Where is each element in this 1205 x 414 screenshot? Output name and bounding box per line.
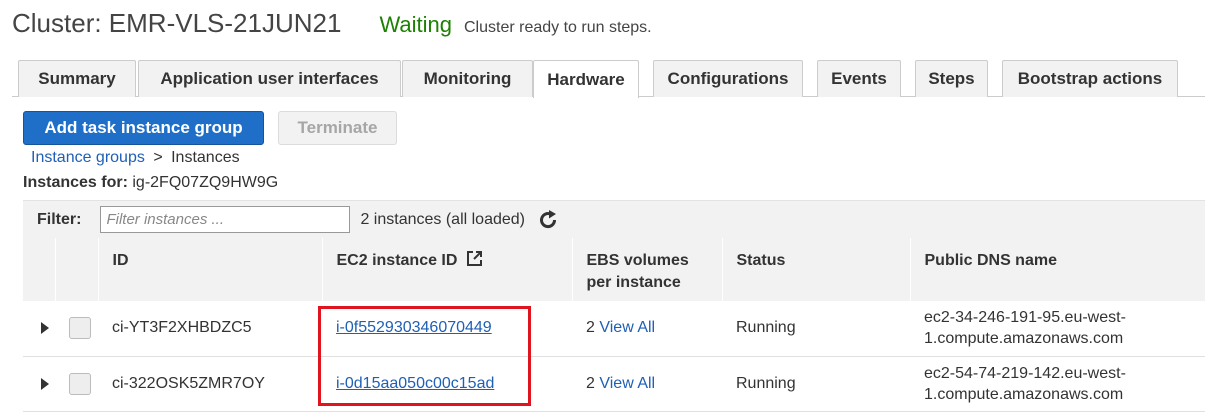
- add-task-instance-group-button[interactable]: Add task instance group: [23, 111, 264, 145]
- table-row: ci-322OSK5ZMR7OY i-0d15aa050c00c15ad 2 V…: [23, 356, 1205, 412]
- cluster-status-message: Cluster ready to run steps.: [463, 19, 652, 36]
- cluster-tabs: Summary Application user interfaces Moni…: [12, 60, 1205, 98]
- status-badge: Running: [722, 356, 910, 412]
- breadcrumb-instances: Instances: [171, 149, 240, 166]
- ebs-view-all-link[interactable]: View All: [599, 319, 655, 336]
- tab-events[interactable]: Events: [817, 60, 901, 97]
- instance-count: 2 instances (all loaded): [360, 210, 525, 228]
- dns-line2: 1.compute.amazonaws.com: [924, 330, 1124, 348]
- cluster-header: Cluster: EMR-VLS-21JUN21 Waiting Cluster…: [12, 8, 652, 44]
- header-public-dns[interactable]: Public DNS name: [910, 238, 1205, 301]
- header-ec2-label: EC2 instance ID: [336, 252, 458, 269]
- filter-label: Filter:: [37, 210, 82, 228]
- breadcrumb-instance-groups[interactable]: Instance groups: [31, 149, 145, 166]
- public-dns-cell: ec2-54-74-219-142.eu-west- 1.compute.ama…: [910, 356, 1205, 412]
- instance-group-id: ig-2FQ07ZQ9HW9G: [132, 174, 279, 191]
- tab-application-user-interfaces[interactable]: Application user interfaces: [138, 60, 401, 97]
- status-badge: Running: [722, 301, 910, 357]
- ebs-volumes-cell: 2 View All: [572, 301, 722, 357]
- header-status[interactable]: Status: [722, 238, 911, 301]
- table-header-row: ID EC2 instance ID EBS volumes per insta…: [23, 238, 1205, 301]
- public-dns-cell: ec2-34-246-191-95.eu-west- 1.compute.ama…: [910, 301, 1205, 357]
- tab-configurations[interactable]: Configurations: [653, 60, 803, 97]
- table-row: ci-YT3F2XHBDZC5 i-0f552930346070449 2 Vi…: [23, 301, 1205, 357]
- row-checkbox[interactable]: [69, 317, 91, 340]
- refresh-icon[interactable]: [537, 209, 559, 231]
- terminate-button[interactable]: Terminate: [278, 111, 397, 145]
- ebs-count: 2: [586, 374, 595, 392]
- ebs-volumes-cell: 2 View All: [572, 356, 722, 412]
- select-cell: [55, 356, 98, 412]
- header-id[interactable]: ID: [98, 238, 323, 301]
- instance-id: ci-322OSK5ZMR7OY: [98, 356, 322, 412]
- tab-bootstrap-actions[interactable]: Bootstrap actions: [1002, 60, 1178, 97]
- header-expand: [23, 238, 56, 301]
- caret-right-icon[interactable]: [41, 377, 49, 390]
- cluster-status: Waiting: [379, 12, 452, 37]
- dns-line2: 1.compute.amazonaws.com: [924, 385, 1124, 403]
- tab-monitoring[interactable]: Monitoring: [402, 60, 533, 97]
- caret-right-icon[interactable]: [41, 322, 49, 335]
- ebs-count: 2: [586, 319, 595, 337]
- header-select: [55, 238, 99, 301]
- tab-hardware[interactable]: Hardware: [533, 60, 639, 98]
- ec2-id-highlight-box: [318, 306, 531, 406]
- expand-cell[interactable]: [23, 356, 55, 412]
- filter-bar: Filter: 2 instances (all loaded): [23, 200, 1205, 238]
- tab-steps[interactable]: Steps: [915, 60, 988, 97]
- expand-cell[interactable]: [23, 301, 55, 357]
- dns-line1: ec2-54-74-219-142.eu-west-: [924, 364, 1126, 382]
- header-ebs-line2: per instance: [586, 274, 681, 291]
- filter-instances-input[interactable]: [100, 206, 351, 233]
- instance-id: ci-YT3F2XHBDZC5: [98, 301, 322, 357]
- breadcrumb: Instance groups > Instances: [31, 149, 240, 167]
- external-link-icon: [466, 250, 483, 274]
- breadcrumb-separator: >: [153, 149, 163, 166]
- row-checkbox[interactable]: [69, 372, 91, 395]
- instances-for-label: Instances for:: [23, 174, 128, 191]
- select-cell: [55, 301, 98, 357]
- header-ebs-line1: EBS volumes: [586, 252, 689, 269]
- page-title: Cluster: EMR-VLS-21JUN21: [12, 8, 342, 38]
- instances-for: Instances for: ig-2FQ07ZQ9HW9G: [23, 174, 278, 192]
- ebs-view-all-link[interactable]: View All: [599, 375, 655, 392]
- instances-table: ID EC2 instance ID EBS volumes per insta…: [23, 238, 1205, 412]
- dns-line1: ec2-34-246-191-95.eu-west-: [924, 309, 1126, 327]
- header-ebs-volumes[interactable]: EBS volumes per instance: [572, 238, 723, 301]
- tab-summary[interactable]: Summary: [18, 60, 136, 97]
- header-ec2-instance-id[interactable]: EC2 instance ID: [322, 238, 573, 301]
